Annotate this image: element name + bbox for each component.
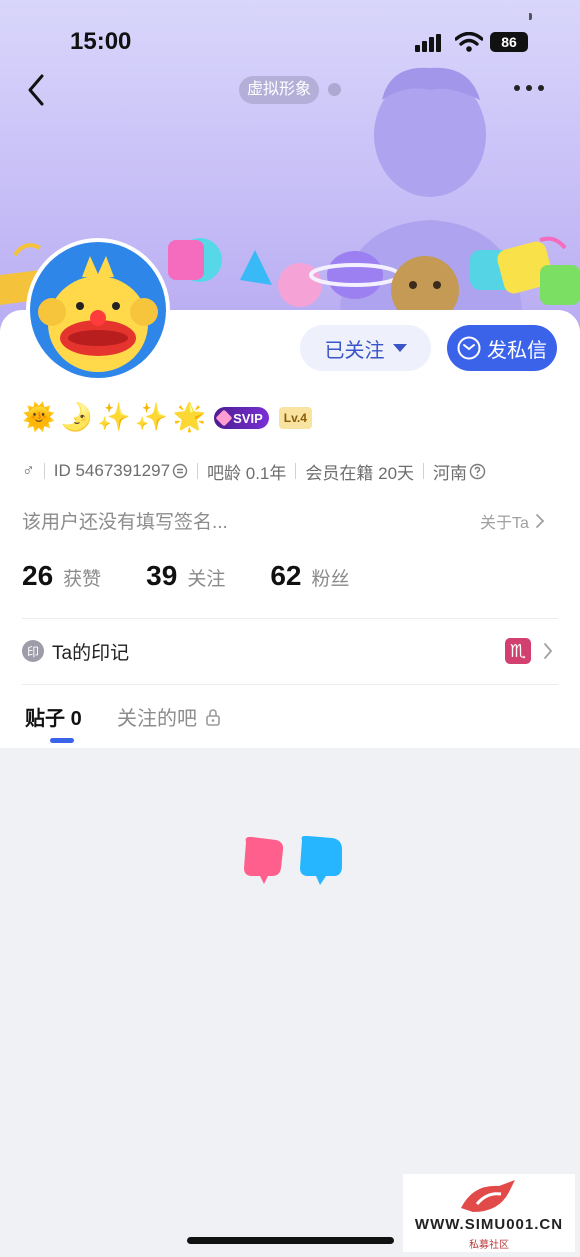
following-count: 39 [146, 560, 178, 591]
badge-row: 🌞 🌛 ✨ ✨ 🌟 SVIP Lv.4 [22, 400, 312, 436]
section-divider [22, 684, 558, 685]
about-ta-link[interactable]: 关于Ta [480, 509, 545, 533]
divider [423, 463, 425, 479]
wifi-icon [455, 32, 483, 52]
profile-info-row: ♂ ID 5467391297 吧龄 0.1年 会员在籍 20天 河南 [22, 458, 486, 484]
tab-followed-bars-label: 关注的吧 [117, 708, 197, 730]
status-time: 15:00 [70, 28, 132, 55]
avatar[interactable] [26, 238, 170, 382]
scorpio-zodiac-icon: ♏ [505, 638, 531, 664]
fans-label: 粉丝 [311, 569, 350, 590]
sun-emoji: 🌞 [22, 402, 56, 433]
ta-mark-label: Ta的印记 [52, 642, 130, 664]
tag-indicator-dot [328, 83, 341, 96]
likes-label: 获赞 [63, 569, 102, 590]
clown-avatar-icon [38, 256, 158, 372]
more-options-icon[interactable] [512, 82, 546, 94]
watermark-logo-icon [461, 1180, 515, 1212]
watermark-text: WWW.SIMU001.CN [414, 1216, 564, 1233]
help-icon[interactable] [469, 463, 486, 480]
stats-row: 26 获赞 39 关注 62 粉丝 [22, 560, 395, 600]
member-days: 会员在籍 20天 [305, 463, 415, 483]
following-button[interactable]: 已关注 [300, 325, 431, 371]
level-badge[interactable]: Lv.4 [278, 407, 312, 429]
sparkles-emoji: ✨ [134, 402, 169, 433]
svip-badge[interactable]: SVIP [214, 407, 269, 429]
caret-down-icon [392, 344, 407, 352]
battery-indicator: 86 [490, 32, 528, 52]
tab-posts-count: 0 [70, 708, 82, 730]
stat-fans[interactable]: 62 粉丝 [270, 560, 349, 592]
signature-text: 该用户还没有填写签名... [22, 512, 228, 533]
virtual-avatar-tag[interactable]: 虚拟形象 [239, 76, 320, 104]
back-icon[interactable] [22, 72, 52, 108]
lock-icon [206, 708, 220, 726]
divider [197, 463, 199, 479]
watermark: WWW.SIMU001.CN 私募社区 [403, 1174, 575, 1252]
envelope-icon [457, 336, 481, 360]
send-message-label: 发私信 [487, 339, 547, 362]
moon-emoji: 🌛 [59, 402, 94, 433]
seal-icon: 印 [22, 640, 44, 662]
svip-label: SVIP [233, 410, 263, 426]
gender-male-icon: ♂ [22, 461, 35, 480]
watermark-subtext: 私募社区 [469, 1240, 509, 1251]
ta-mark-row[interactable]: 印 Ta的印记 ♏ [22, 634, 558, 668]
fans-count: 62 [270, 560, 302, 591]
stat-likes[interactable]: 26 获赞 [22, 560, 101, 592]
user-id: ID 5467391297 [53, 461, 171, 480]
home-indicator [187, 1237, 394, 1244]
avatar-image [30, 242, 166, 378]
sparkles-emoji: ✨ [97, 402, 131, 433]
divider [295, 463, 297, 479]
tab-followed-bars[interactable]: 关注的吧 [117, 702, 221, 731]
likes-count: 26 [22, 560, 54, 591]
send-message-button[interactable]: 发私信 [447, 325, 557, 371]
tab-posts-label: 贴子 [25, 708, 65, 730]
bar-age: 吧龄 0.1年 [207, 463, 287, 483]
cellular-signal-icon [415, 34, 441, 52]
about-ta-label: 关于Ta [480, 515, 529, 532]
location: 河南 [433, 463, 468, 483]
battery-tip [529, 13, 532, 20]
chevron-right-icon [544, 643, 553, 659]
divider [43, 463, 45, 479]
gem-icon [215, 409, 233, 427]
stat-following[interactable]: 39 关注 [146, 560, 225, 592]
copy-icon[interactable] [172, 463, 188, 479]
empty-state-bubbles-icon [244, 836, 342, 885]
chevron-right-icon [536, 514, 545, 528]
following-button-label: 已关注 [324, 339, 385, 362]
following-label: 关注 [187, 569, 226, 590]
tab-posts[interactable]: 贴子 0 [25, 702, 82, 731]
status-bar: 15:00 86 [0, 26, 580, 62]
active-tab-indicator [50, 738, 74, 743]
section-divider [22, 618, 558, 619]
star-emoji: 🌟 [172, 402, 207, 433]
